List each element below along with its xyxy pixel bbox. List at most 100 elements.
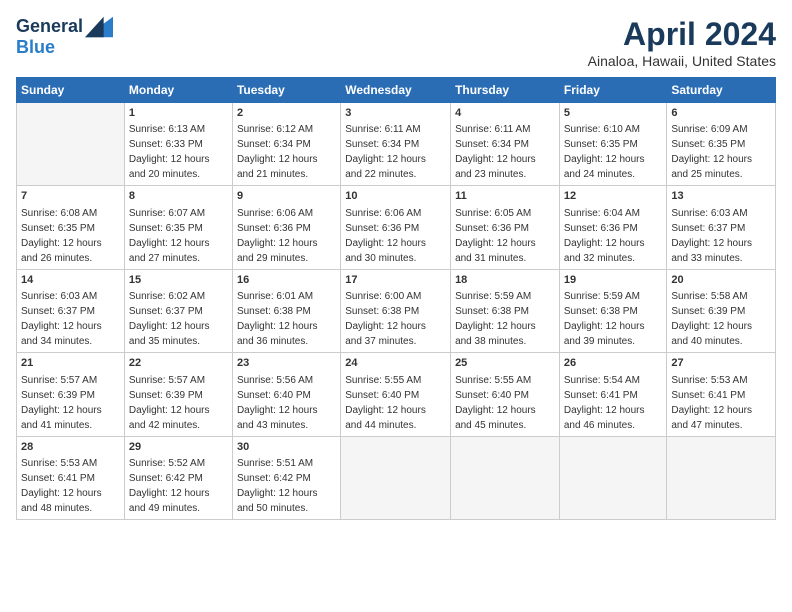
day-number: 22: [129, 356, 228, 371]
calendar-cell: 30Sunrise: 5:51 AMSunset: 6:42 PMDayligh…: [232, 436, 340, 519]
calendar-cell: 9Sunrise: 6:06 AMSunset: 6:36 PMDaylight…: [232, 186, 340, 269]
day-number: 9: [237, 189, 336, 204]
calendar-cell: 18Sunrise: 5:59 AMSunset: 6:38 PMDayligh…: [451, 269, 560, 352]
day-info: Sunrise: 5:56 AMSunset: 6:40 PMDaylight:…: [237, 373, 336, 433]
logo: General Blue: [16, 16, 113, 58]
day-info: Sunrise: 6:07 AMSunset: 6:35 PMDaylight:…: [129, 206, 228, 266]
calendar-cell: [451, 436, 560, 519]
day-number: 13: [671, 189, 771, 204]
day-info: Sunrise: 5:54 AMSunset: 6:41 PMDaylight:…: [564, 373, 663, 433]
day-number: 6: [671, 106, 771, 121]
page-container: General Blue April 2024 Ainaloa, Hawaii,…: [0, 0, 792, 528]
day-info: Sunrise: 5:51 AMSunset: 6:42 PMDaylight:…: [237, 456, 336, 516]
day-info: Sunrise: 6:11 AMSunset: 6:34 PMDaylight:…: [455, 122, 555, 182]
day-header-sunday: Sunday: [17, 78, 125, 103]
day-number: 8: [129, 189, 228, 204]
calendar-cell: 27Sunrise: 5:53 AMSunset: 6:41 PMDayligh…: [667, 353, 776, 436]
calendar-cell: 3Sunrise: 6:11 AMSunset: 6:34 PMDaylight…: [341, 103, 451, 186]
day-info: Sunrise: 6:04 AMSunset: 6:36 PMDaylight:…: [564, 206, 663, 266]
calendar-cell: 23Sunrise: 5:56 AMSunset: 6:40 PMDayligh…: [232, 353, 340, 436]
calendar-cell: 13 Sunrise: 6:03 AMSunset: 6:37 PMDayligh…: [667, 186, 776, 269]
day-info: Sunrise: 6:09 AMSunset: 6:35 PMDaylight:…: [671, 122, 771, 182]
day-number: 2: [237, 106, 336, 121]
day-number: 18: [455, 273, 555, 288]
calendar-cell: 10 Sunrise: 6:06 AMSunset: 6:36 PMDayligh…: [341, 186, 451, 269]
day-info: Sunrise: 5:58 AMSunset: 6:39 PMDaylight:…: [671, 289, 771, 349]
day-info: Sunrise: 5:53 AMSunset: 6:41 PMDaylight:…: [21, 456, 120, 516]
day-info: Sunrise: 6:03 AMSunset: 6:37 PMDaylight:…: [21, 289, 120, 349]
day-info: Sunrise: 6:08 AMSunset: 6:35 PMDaylight:…: [21, 206, 120, 266]
calendar-cell: 4Sunrise: 6:11 AMSunset: 6:34 PMDaylight…: [451, 103, 560, 186]
day-info: Sunrise: 6:05 AMSunset: 6:36 PMDaylight:…: [455, 206, 555, 266]
day-info: Sunrise: 5:57 AMSunset: 6:39 PMDaylight:…: [129, 373, 228, 433]
day-info: Sunrise: 6:12 AMSunset: 6:34 PMDaylight:…: [237, 122, 336, 182]
day-number: 4: [455, 106, 555, 121]
calendar-cell: 21 Sunrise: 5:57 AMSunset: 6:39 PMDayligh…: [17, 353, 125, 436]
day-number: 25: [455, 356, 555, 371]
day-number: 28: [21, 440, 120, 455]
calendar-cell: 22 Sunrise: 5:57 AMSunset: 6:39 PMDayligh…: [124, 353, 232, 436]
calendar-cell: 8 Sunrise: 6:07 AMSunset: 6:35 PMDaylight…: [124, 186, 232, 269]
logo-icon: [85, 16, 113, 38]
day-info: Sunrise: 5:53 AMSunset: 6:41 PMDaylight:…: [671, 373, 771, 433]
calendar-cell: 11 Sunrise: 6:05 AMSunset: 6:36 PMDayligh…: [451, 186, 560, 269]
day-number: 11: [455, 189, 555, 204]
calendar-cell: 15Sunrise: 6:02 AMSunset: 6:37 PMDayligh…: [124, 269, 232, 352]
day-number: 1: [129, 106, 228, 121]
day-header-wednesday: Wednesday: [341, 78, 451, 103]
title-block: April 2024 Ainaloa, Hawaii, United State…: [588, 16, 776, 69]
day-info: Sunrise: 6:02 AMSunset: 6:37 PMDaylight:…: [129, 289, 228, 349]
main-title: April 2024: [588, 16, 776, 53]
day-info: Sunrise: 5:55 AMSunset: 6:40 PMDaylight:…: [345, 373, 446, 433]
calendar-week-5: 28Sunrise: 5:53 AMSunset: 6:41 PMDayligh…: [17, 436, 776, 519]
calendar-cell: 20Sunrise: 5:58 AMSunset: 6:39 PMDayligh…: [667, 269, 776, 352]
day-number: 3: [345, 106, 446, 121]
calendar-cell: [17, 103, 125, 186]
day-number: 20: [671, 273, 771, 288]
logo-blue-text: Blue: [16, 37, 55, 57]
day-info: Sunrise: 6:06 AMSunset: 6:36 PMDaylight:…: [345, 206, 446, 266]
day-number: 30: [237, 440, 336, 455]
calendar-cell: [667, 436, 776, 519]
calendar-cell: 14Sunrise: 6:03 AMSunset: 6:37 PMDayligh…: [17, 269, 125, 352]
day-header-tuesday: Tuesday: [232, 78, 340, 103]
day-info: Sunrise: 6:13 AMSunset: 6:33 PMDaylight:…: [129, 122, 228, 182]
calendar-week-1: 1Sunrise: 6:13 AMSunset: 6:33 PMDaylight…: [17, 103, 776, 186]
subtitle: Ainaloa, Hawaii, United States: [588, 53, 776, 69]
day-info: Sunrise: 5:52 AMSunset: 6:42 PMDaylight:…: [129, 456, 228, 516]
day-number: 19: [564, 273, 663, 288]
calendar-cell: 28Sunrise: 5:53 AMSunset: 6:41 PMDayligh…: [17, 436, 125, 519]
calendar-header-row: SundayMondayTuesdayWednesdayThursdayFrid…: [17, 78, 776, 103]
calendar-cell: 12 Sunrise: 6:04 AMSunset: 6:36 PMDayligh…: [559, 186, 667, 269]
calendar-cell: 17Sunrise: 6:00 AMSunset: 6:38 PMDayligh…: [341, 269, 451, 352]
day-number: 21: [21, 356, 120, 371]
calendar-cell: 6Sunrise: 6:09 AMSunset: 6:35 PMDaylight…: [667, 103, 776, 186]
calendar-cell: [559, 436, 667, 519]
day-number: 24: [345, 356, 446, 371]
day-info: Sunrise: 5:55 AMSunset: 6:40 PMDaylight:…: [455, 373, 555, 433]
day-info: Sunrise: 5:57 AMSunset: 6:39 PMDaylight:…: [21, 373, 120, 433]
calendar-cell: 5Sunrise: 6:10 AMSunset: 6:35 PMDaylight…: [559, 103, 667, 186]
day-number: 5: [564, 106, 663, 121]
day-number: 15: [129, 273, 228, 288]
day-info: Sunrise: 6:10 AMSunset: 6:35 PMDaylight:…: [564, 122, 663, 182]
calendar-cell: 1Sunrise: 6:13 AMSunset: 6:33 PMDaylight…: [124, 103, 232, 186]
calendar-week-4: 21 Sunrise: 5:57 AMSunset: 6:39 PMDayligh…: [17, 353, 776, 436]
day-number: 7: [21, 189, 120, 204]
day-info: Sunrise: 5:59 AMSunset: 6:38 PMDaylight:…: [564, 289, 663, 349]
day-number: 29: [129, 440, 228, 455]
logo-text: General: [16, 17, 83, 37]
day-info: Sunrise: 6:01 AMSunset: 6:38 PMDaylight:…: [237, 289, 336, 349]
calendar-table: SundayMondayTuesdayWednesdayThursdayFrid…: [16, 77, 776, 520]
calendar-cell: 29Sunrise: 5:52 AMSunset: 6:42 PMDayligh…: [124, 436, 232, 519]
calendar-cell: [341, 436, 451, 519]
calendar-cell: 19Sunrise: 5:59 AMSunset: 6:38 PMDayligh…: [559, 269, 667, 352]
calendar-cell: 24 Sunrise: 5:55 AMSunset: 6:40 PMDayligh…: [341, 353, 451, 436]
day-number: 12: [564, 189, 663, 204]
day-number: 10: [345, 189, 446, 204]
day-number: 14: [21, 273, 120, 288]
day-header-monday: Monday: [124, 78, 232, 103]
day-header-saturday: Saturday: [667, 78, 776, 103]
day-info: Sunrise: 6:03 AMSunset: 6:37 PMDaylight:…: [671, 206, 771, 266]
day-info: Sunrise: 6:00 AMSunset: 6:38 PMDaylight:…: [345, 289, 446, 349]
